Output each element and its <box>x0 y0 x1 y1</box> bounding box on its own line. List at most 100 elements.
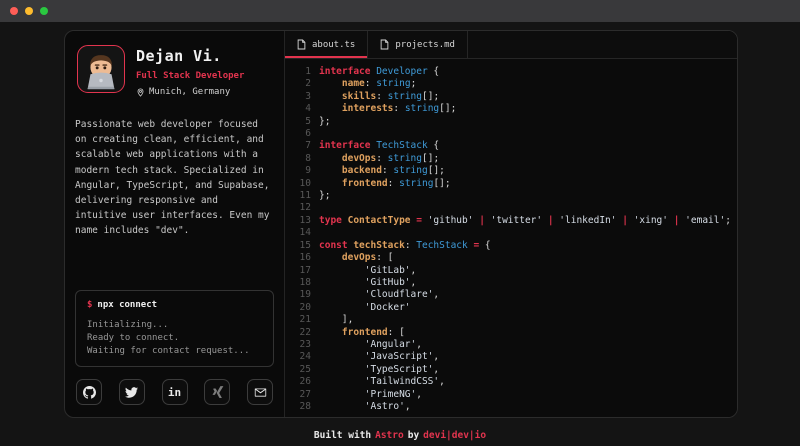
code-token-pun <box>319 78 342 90</box>
tab-label: about.ts <box>312 40 355 50</box>
line-number: 8 <box>293 153 311 165</box>
code-line: 26 'TailwindCSS', <box>293 376 729 388</box>
code-token-kw: | <box>668 215 685 227</box>
code-line: 28 'Astro', <box>293 401 729 413</box>
code-token-prop: devOps <box>342 252 376 264</box>
code-line: 6 <box>293 128 729 140</box>
code-line: 21 ], <box>293 314 729 326</box>
twitter-button[interactable] <box>119 379 145 405</box>
code-token-pun <box>319 277 365 289</box>
profile-text-block: Dejan Vi. Full Stack Developer Munich, G… <box>136 45 244 97</box>
tab-projects-md[interactable]: projects.md <box>368 31 468 58</box>
line-number: 5 <box>293 116 311 128</box>
code-line: 7interface TechStack { <box>293 140 729 152</box>
code-line: 25 'TypeScript', <box>293 364 729 376</box>
code-token-pun: { <box>485 240 491 252</box>
code-token-kw: | <box>473 215 490 227</box>
line-number: 6 <box>293 128 311 140</box>
code-token-pun <box>319 302 365 314</box>
social-links-row: in <box>75 379 274 407</box>
avatar <box>77 45 125 93</box>
page-background: Dejan Vi. Full Stack Developer Munich, G… <box>0 22 800 446</box>
github-button[interactable] <box>76 379 102 405</box>
line-number: 26 <box>293 376 311 388</box>
code-token-str: 'GitHub' <box>365 277 411 289</box>
code-token-pun <box>319 165 342 177</box>
code-line: 24 'JavaScript', <box>293 351 729 363</box>
minimize-window-button[interactable] <box>25 7 33 15</box>
code-token-kw: interface <box>319 140 376 152</box>
code-token-pun: { <box>428 66 439 78</box>
code-token-prop: techStack <box>353 240 404 252</box>
code-token-str: 'twitter' <box>491 215 542 227</box>
code-token-pun: , <box>411 265 417 277</box>
code-token-pun: , <box>411 277 417 289</box>
code-token-pun <box>319 265 365 277</box>
profile-location: Munich, Germany <box>136 87 244 97</box>
terminal-output-line: Initializing... <box>87 319 262 332</box>
code-token-prop: name <box>342 78 365 90</box>
xing-icon <box>211 386 224 399</box>
github-icon <box>83 386 96 399</box>
code-token-type: string <box>393 165 427 177</box>
profile-sidebar: Dejan Vi. Full Stack Developer Munich, G… <box>65 31 285 417</box>
code-token-pun <box>319 252 342 264</box>
line-number: 20 <box>293 302 311 314</box>
code-token-pun: , <box>416 339 422 351</box>
location-pin-icon <box>136 88 145 97</box>
code-token-type: TechStack <box>416 240 467 252</box>
code-token-pun: , <box>433 364 439 376</box>
code-token-type: string <box>376 78 410 90</box>
code-token-pun: ], <box>319 314 353 326</box>
code-token-pun: , <box>433 351 439 363</box>
code-token-str: 'linkedIn' <box>559 215 616 227</box>
profile-header: Dejan Vi. Full Stack Developer Munich, G… <box>77 45 274 97</box>
code-line: 27 'PrimeNG', <box>293 389 729 401</box>
code-token-pun <box>319 389 365 401</box>
code-token-kw: const <box>319 240 353 252</box>
terminal-command-line: $npx connect <box>87 300 262 310</box>
file-icon <box>297 39 306 50</box>
astro-link[interactable]: Astro <box>375 430 404 441</box>
code-token-pun: , <box>439 376 445 388</box>
code-line: 18 'GitHub', <box>293 277 729 289</box>
sidebar-spacer <box>75 239 274 290</box>
code-token-str: 'Angular' <box>365 339 416 351</box>
code-line: 16 devOps: [ <box>293 252 729 264</box>
code-line: 20 'Docker' <box>293 302 729 314</box>
code-area[interactable]: 1interface Developer {2 name: string;3 s… <box>285 59 737 417</box>
terminal-prompt: $ <box>87 300 92 310</box>
tab-about-ts[interactable]: about.ts <box>285 31 368 58</box>
code-token-pun: , <box>405 401 411 413</box>
line-number: 27 <box>293 389 311 401</box>
code-token-str: 'JavaScript' <box>365 351 434 363</box>
line-number: 19 <box>293 289 311 301</box>
line-number: 21 <box>293 314 311 326</box>
xing-button[interactable] <box>204 379 230 405</box>
code-token-str: 'Docker' <box>365 302 411 314</box>
code-token-pun: }; <box>319 190 330 202</box>
code-line: 10 frontend: string[]; <box>293 178 729 190</box>
code-line: 22 frontend: [ <box>293 327 729 339</box>
linkedin-button[interactable]: in <box>162 379 188 405</box>
code-line: 17 'GitLab', <box>293 265 729 277</box>
email-button[interactable] <box>247 379 273 405</box>
line-number: 1 <box>293 66 311 78</box>
zoom-window-button[interactable] <box>40 7 48 15</box>
line-number: 23 <box>293 339 311 351</box>
code-line: 19 'Cloudflare', <box>293 289 729 301</box>
code-token-pun <box>319 351 365 363</box>
line-number: 28 <box>293 401 311 413</box>
code-token-pun: : <box>382 165 393 177</box>
line-number: 3 <box>293 91 311 103</box>
site-link[interactable]: devi|dev|io <box>423 430 486 441</box>
profile-role: Full Stack Developer <box>136 71 244 81</box>
code-token-prop: devOps <box>342 153 376 165</box>
close-window-button[interactable] <box>10 7 18 15</box>
code-token-pun: : <box>376 153 387 165</box>
tab-label: projects.md <box>395 40 455 50</box>
line-number: 12 <box>293 202 311 214</box>
code-token-str: 'PrimeNG' <box>365 389 416 401</box>
code-token-prop: ContactType <box>348 215 411 227</box>
code-line: 3 skills: string[]; <box>293 91 729 103</box>
